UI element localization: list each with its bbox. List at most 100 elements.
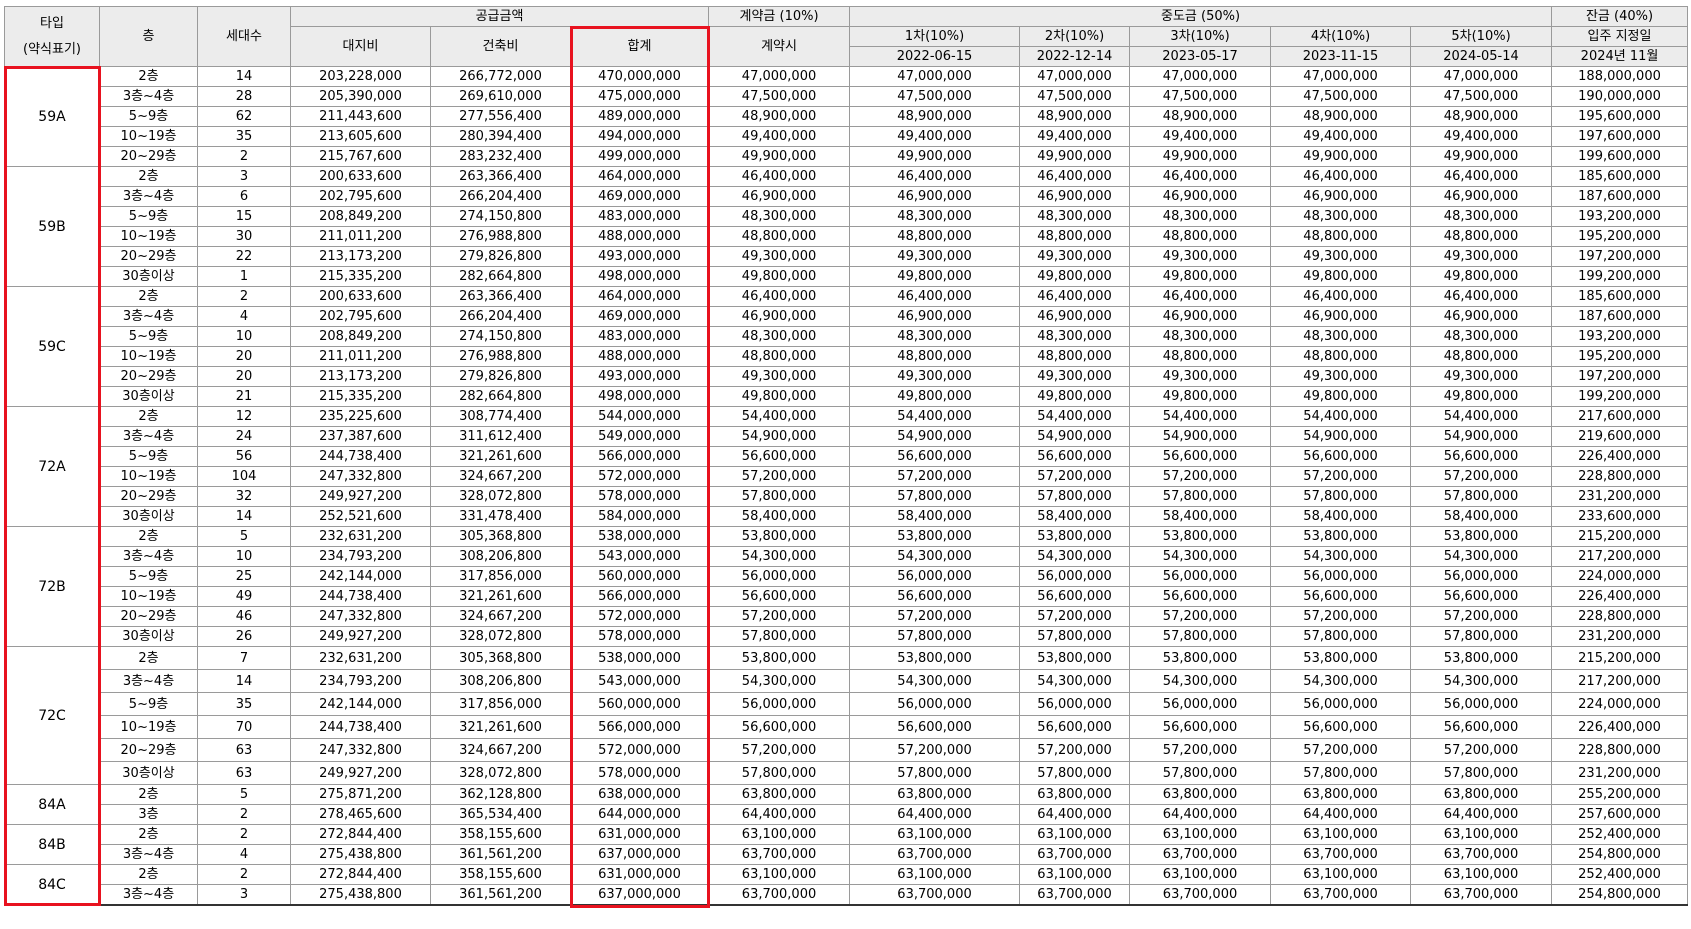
middle-3-cell: 46,400,000	[1129, 286, 1272, 307]
floor-cell: 20~29층	[99, 486, 198, 507]
households-cell: 49	[197, 586, 291, 607]
middle-3-cell: 54,300,000	[1129, 546, 1272, 567]
middle-4-cell: 63,100,000	[1270, 864, 1412, 885]
building-cost-cell: 269,610,000	[430, 86, 571, 107]
middle-4-cell: 64,400,000	[1270, 804, 1412, 825]
building-cost-cell: 331,478,400	[430, 506, 571, 527]
land-cost-cell: 275,438,800	[290, 844, 431, 865]
middle-4-cell: 49,400,000	[1270, 126, 1412, 147]
middle-1-cell: 57,800,000	[849, 486, 1021, 507]
building-cost-cell: 279,826,800	[430, 366, 571, 387]
land-cost-cell: 232,631,200	[290, 526, 431, 547]
land-cost-cell: 208,849,200	[290, 206, 431, 227]
middle-3-cell: 63,100,000	[1129, 864, 1272, 885]
contract-cell: 49,400,000	[708, 126, 851, 147]
balance-cell: 254,800,000	[1551, 844, 1689, 865]
middle-3-cell: 46,400,000	[1129, 166, 1272, 187]
middle-5-cell: 56,000,000	[1410, 692, 1553, 716]
middle-4-cell: 56,600,000	[1270, 446, 1412, 467]
middle-4-cell: 57,800,000	[1270, 761, 1412, 785]
middle-2-cell: 54,400,000	[1019, 406, 1131, 427]
middle-1-cell: 56,000,000	[849, 566, 1021, 587]
households-cell: 104	[197, 466, 291, 487]
land-cost-cell: 200,633,600	[290, 286, 431, 307]
land-cost-cell: 247,332,800	[290, 606, 431, 627]
middle-4-cell: 46,400,000	[1270, 166, 1412, 187]
households-cell: 56	[197, 446, 291, 467]
middle-1-cell: 49,800,000	[849, 386, 1021, 407]
households-cell: 14	[197, 66, 291, 87]
balance-cell: 188,000,000	[1551, 66, 1689, 87]
table-row: 20~29층 22 213,173,200 279,826,800 493,000,00…	[5, 246, 1689, 267]
land-cost-cell: 242,144,000	[290, 566, 431, 587]
building-cost-cell: 321,261,600	[430, 446, 571, 467]
middle-1-cell: 56,000,000	[849, 692, 1021, 716]
table-row: 3층~4층 4 275,438,800 361,561,200 637,000,000 6…	[5, 844, 1689, 865]
middle-1-cell: 56,600,000	[849, 446, 1021, 467]
table-row: 84A 2층 5 275,871,200 362,128,800 638,000,000 6…	[4, 784, 1689, 825]
floor-cell: 2층	[99, 526, 198, 547]
middle-1-cell: 63,100,000	[849, 864, 1021, 885]
middle-4-cell: 63,100,000	[1270, 824, 1412, 845]
total-cell: 470,000,000	[569, 66, 710, 87]
balance-cell: 215,200,000	[1551, 526, 1689, 547]
land-cost-cell: 275,438,800	[290, 884, 431, 906]
type-cell: 59B	[4, 166, 100, 287]
middle-3-cell: 64,400,000	[1129, 804, 1272, 825]
total-cell: 566,000,000	[569, 586, 710, 607]
households-cell: 10	[197, 326, 291, 347]
households-cell: 5	[197, 526, 291, 547]
total-cell: 560,000,000	[569, 566, 710, 587]
contract-cell: 58,400,000	[708, 506, 851, 527]
total-cell: 538,000,000	[569, 646, 710, 670]
total-cell: 566,000,000	[569, 446, 710, 467]
floor-cell: 10~19층	[99, 346, 198, 367]
building-cost-cell: 324,667,200	[430, 738, 571, 762]
balance-cell: 195,600,000	[1551, 106, 1689, 127]
balance-cell: 195,200,000	[1551, 226, 1689, 247]
households-cell: 3	[197, 884, 291, 906]
land-cost-cell: 249,927,200	[290, 626, 431, 647]
middle-1-cell: 46,400,000	[849, 286, 1021, 307]
contract-cell: 63,800,000	[708, 784, 851, 805]
middle-2-cell: 57,200,000	[1019, 466, 1131, 487]
land-cost-cell: 215,767,600	[290, 146, 431, 167]
middle-2-cell: 53,800,000	[1019, 526, 1131, 547]
households-cell: 1	[197, 266, 291, 287]
header-installment-4: 4차(10%)	[1270, 26, 1412, 47]
middle-2-cell: 49,300,000	[1019, 366, 1131, 387]
floor-cell: 2층	[99, 166, 198, 187]
middle-3-cell: 53,800,000	[1129, 646, 1272, 670]
middle-5-cell: 46,400,000	[1410, 286, 1553, 307]
total-cell: 483,000,000	[569, 206, 710, 227]
middle-2-cell: 57,800,000	[1019, 626, 1131, 647]
floor-cell: 3층~4층	[99, 186, 198, 207]
middle-2-cell: 63,100,000	[1019, 824, 1131, 845]
middle-5-cell: 56,600,000	[1410, 586, 1553, 607]
land-cost-cell: 244,738,400	[290, 586, 431, 607]
building-cost-cell: 266,204,400	[430, 186, 571, 207]
middle-3-cell: 63,700,000	[1129, 844, 1272, 865]
middle-4-cell: 53,800,000	[1270, 526, 1412, 547]
building-cost-cell: 358,155,600	[430, 864, 571, 885]
land-cost-cell: 247,332,800	[290, 738, 431, 762]
total-cell: 543,000,000	[569, 546, 710, 567]
balance-cell: 228,800,000	[1551, 738, 1689, 762]
middle-1-cell: 49,800,000	[849, 266, 1021, 287]
contract-cell: 49,800,000	[708, 386, 851, 407]
building-cost-cell: 317,856,000	[430, 566, 571, 587]
floor-cell: 10~19층	[99, 586, 198, 607]
total-cell: 469,000,000	[569, 306, 710, 327]
middle-1-cell: 54,400,000	[849, 406, 1021, 427]
land-cost-cell: 242,144,000	[290, 692, 431, 716]
middle-5-cell: 56,600,000	[1410, 715, 1553, 739]
middle-5-cell: 56,600,000	[1410, 446, 1553, 467]
table-row: 59C 2층 2 200,633,600 263,366,400 464,000,000 4…	[4, 286, 1689, 407]
middle-5-cell: 49,800,000	[1410, 266, 1553, 287]
middle-4-cell: 56,000,000	[1270, 566, 1412, 587]
middle-3-cell: 49,800,000	[1129, 266, 1272, 287]
middle-4-cell: 57,200,000	[1270, 466, 1412, 487]
balance-cell: 197,200,000	[1551, 246, 1689, 267]
middle-5-cell: 46,900,000	[1410, 306, 1553, 327]
contract-cell: 48,800,000	[708, 226, 851, 247]
